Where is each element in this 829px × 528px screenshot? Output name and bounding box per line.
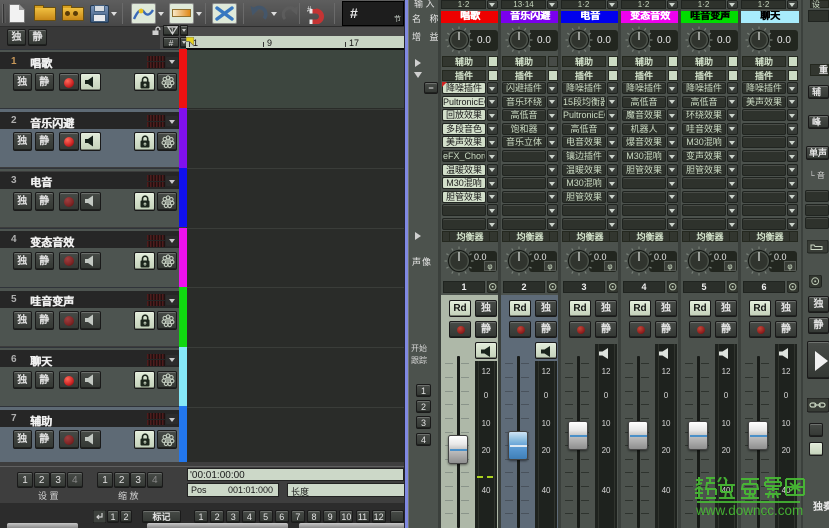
svg-text:1: 1 — [170, 28, 174, 35]
svg-text:#: # — [307, 5, 312, 14]
